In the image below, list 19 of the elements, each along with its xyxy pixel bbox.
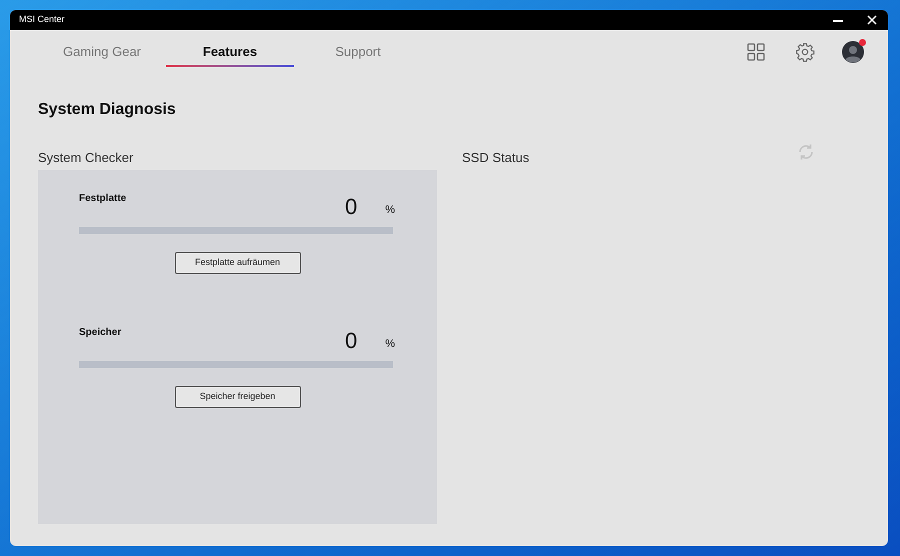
item-label: Festplatte (79, 192, 126, 206)
item-label: Speicher (79, 326, 122, 340)
percent-unit: % (385, 336, 395, 352)
tab[interactable]: Gaming Gear (38, 30, 166, 74)
percent-value: 0 (344, 330, 358, 352)
page-title: System Diagnosis (38, 100, 177, 120)
avatar-icon[interactable] (842, 41, 864, 63)
close-icon[interactable] (867, 15, 877, 25)
action-button[interactable]: Festplatte aufräumen (174, 252, 300, 274)
grid-icon[interactable] (747, 43, 765, 61)
settings-icon[interactable] (795, 42, 815, 62)
percent-value: 0 (344, 196, 358, 218)
section-title: System Checker (38, 149, 134, 167)
action-button[interactable]: Speicher freigeben (174, 386, 300, 408)
percent-unit: % (385, 202, 395, 218)
tab[interactable]: Features (166, 30, 294, 74)
window-title: MSI Center (19, 13, 65, 26)
section-title: SSD Status (462, 149, 530, 167)
tab[interactable]: Support (294, 30, 422, 74)
